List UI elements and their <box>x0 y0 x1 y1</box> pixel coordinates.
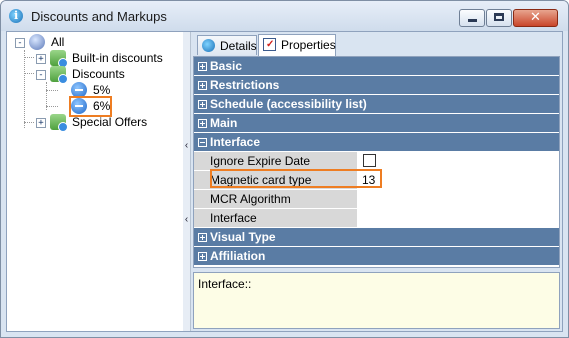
tree-item-label: Discounts <box>72 67 125 81</box>
tab-strip: Details ✓ Properties <box>191 32 562 56</box>
property-name: Ignore Expire Date <box>206 152 358 170</box>
category-interface[interactable]: Interface <box>194 133 559 152</box>
category-label: Affiliation <box>210 249 266 263</box>
tree-item-label: All <box>51 35 65 49</box>
category-label: Main <box>210 116 238 130</box>
collapse-icon[interactable]: - <box>36 70 46 80</box>
category-restrictions[interactable]: Restrictions <box>194 76 559 95</box>
property-name: Interface <box>206 209 358 227</box>
tree-line <box>24 122 34 123</box>
close-button[interactable]: ✕ <box>513 9 558 27</box>
property-row[interactable]: Interface <box>194 209 559 228</box>
all-items-icon <box>29 34 45 50</box>
property-value[interactable] <box>358 209 559 227</box>
expand-icon[interactable] <box>198 252 207 261</box>
category-label: Interface <box>210 135 261 149</box>
expand-icon[interactable]: + <box>36 54 46 64</box>
ignore-expire-checkbox[interactable] <box>363 154 376 167</box>
details-panel: Details ✓ Properties Basic Restrictions <box>191 32 562 331</box>
window-title: Discounts and Markups <box>31 9 167 24</box>
collapse-left-icon[interactable]: ‹ <box>183 140 190 151</box>
category-label: Schedule (accessibility list) <box>210 97 367 111</box>
row-gutter <box>194 152 206 170</box>
tree-line <box>24 73 34 74</box>
category-schedule[interactable]: Schedule (accessibility list) <box>194 95 559 114</box>
property-row[interactable]: MCR Algorithm <box>194 190 559 209</box>
splitter[interactable]: ‹ ‹ <box>183 32 191 331</box>
expand-icon[interactable] <box>198 81 207 90</box>
discount-folder-icon <box>50 114 68 132</box>
category-label: Visual Type <box>210 230 276 244</box>
expand-icon[interactable]: + <box>36 118 46 128</box>
client-area: - All + Built-in discounts - Discounts 5… <box>6 31 563 332</box>
property-value[interactable] <box>358 190 559 208</box>
maximize-button[interactable] <box>486 9 512 27</box>
property-name: MCR Algorithm <box>206 190 358 208</box>
category-label: Basic <box>210 59 243 73</box>
description-text: Interface:: <box>198 277 252 291</box>
expand-icon[interactable] <box>198 233 207 242</box>
info-icon <box>202 39 215 52</box>
category-main[interactable]: Main <box>194 114 559 133</box>
discount-folder-icon <box>50 50 68 68</box>
tab-label: Details <box>220 39 257 53</box>
property-name: Magnetic card type <box>206 171 358 189</box>
category-visual-type[interactable]: Visual Type <box>194 228 559 247</box>
category-label: Restrictions <box>210 78 280 92</box>
property-row[interactable]: Magnetic card type 13 <box>194 171 559 190</box>
property-value[interactable]: 13 <box>358 171 559 189</box>
expand-icon[interactable] <box>198 119 207 128</box>
row-gutter <box>194 190 206 208</box>
maximize-icon <box>494 13 504 21</box>
expand-icon[interactable] <box>198 100 207 109</box>
app-info-icon <box>9 9 23 23</box>
close-icon: ✕ <box>530 10 541 25</box>
row-gutter <box>194 171 206 189</box>
tree-line <box>24 57 34 58</box>
tree-item-label: Built-in discounts <box>72 51 163 65</box>
collapse-icon[interactable] <box>198 138 207 147</box>
minimize-button[interactable] <box>459 9 485 27</box>
properties-checklist-icon: ✓ <box>263 38 276 51</box>
expand-icon[interactable] <box>198 62 207 71</box>
window: Discounts and Markups ✕ - All + Built-in… <box>0 0 569 338</box>
collapse-icon[interactable]: - <box>15 38 25 48</box>
tree-line <box>24 50 25 128</box>
tab-details[interactable]: Details <box>197 35 257 55</box>
category-affiliation[interactable]: Affiliation <box>194 247 559 266</box>
discount-folder-icon <box>50 66 68 84</box>
category-basic[interactable]: Basic <box>194 57 559 76</box>
tab-properties[interactable]: ✓ Properties <box>258 34 336 56</box>
discount-tree[interactable]: - All + Built-in discounts - Discounts 5… <box>7 32 184 331</box>
highlight-frame <box>69 96 112 117</box>
minimize-icon <box>468 19 477 22</box>
property-grid[interactable]: Basic Restrictions Schedule (accessibili… <box>193 56 560 268</box>
tab-label: Properties <box>281 38 336 52</box>
row-gutter <box>194 209 206 227</box>
tree-line <box>46 106 58 107</box>
property-value[interactable] <box>358 152 559 170</box>
title-bar[interactable]: Discounts and Markups ✕ <box>1 1 568 31</box>
tree-line <box>46 90 58 91</box>
description-panel: Interface:: <box>193 272 560 329</box>
property-row[interactable]: Ignore Expire Date <box>194 152 559 171</box>
collapse-left-icon[interactable]: ‹ <box>183 214 190 225</box>
